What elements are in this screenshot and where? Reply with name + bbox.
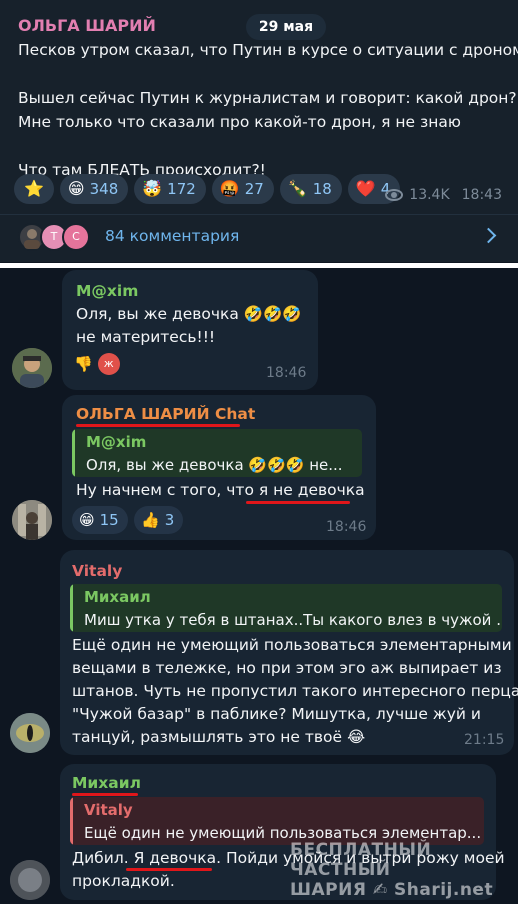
quote-author: Vitaly <box>84 801 133 819</box>
post-line: Вышел сейчас Путин к журналистам и говор… <box>18 89 517 107</box>
message-time: 18:46 <box>326 519 367 535</box>
reaction-count: 27 <box>244 180 264 198</box>
date-badge: 29 мая <box>246 14 326 40</box>
quote-author: Михаил <box>84 588 151 606</box>
message-line: Ещё один не умеющий пользоваться элемент… <box>72 636 512 654</box>
comments-count-label: 84 комментария <box>105 227 240 245</box>
message-line: не материтесь!!! <box>76 328 216 346</box>
avatar[interactable] <box>12 348 52 388</box>
reaction-angry[interactable]: 🤬 27 <box>211 174 274 204</box>
thumbs-up-icon: 👍 <box>141 511 160 529</box>
post-reactions: ⭐ 😁 348 🤯 172 🤬 27 🍾 18 ❤️ 4 <box>14 174 401 204</box>
angry-face-icon: 🤬 <box>219 179 240 198</box>
reaction-count: 18 <box>312 180 332 198</box>
grin-emoji-icon: 😁 <box>79 511 95 529</box>
message-line: прокладкой. <box>72 872 175 890</box>
post-time: 18:43 <box>461 187 502 203</box>
post-line: Песков утром сказал, что Путин в курсе о… <box>18 41 518 59</box>
reply-quote[interactable]: Михаил Миш утка у тебя в штанах..Ты како… <box>70 584 502 632</box>
reaction-grin[interactable]: 😁 348 <box>59 174 129 204</box>
message-line: Оля, вы же девочка 🤣🤣🤣 <box>76 305 302 323</box>
watermark-line: БЕСПЛАТНЫЙ ЧАСТНЫЙ <box>290 840 432 880</box>
avatar: ж <box>97 353 120 375</box>
highlight-underline <box>72 793 138 796</box>
heart-icon: ❤️ <box>355 179 376 198</box>
post-line <box>18 134 508 158</box>
message-line: Ну начнем с того, что я не девочка <box>76 481 365 499</box>
message-time: 18:46 <box>266 365 307 381</box>
channel-post: ОЛЬГА ШАРИЙ 29 мая Песков утром сказал, … <box>0 0 518 262</box>
reaction-count: 172 <box>167 180 196 198</box>
message-bubble: ОЛЬГА ШАРИЙ Chat M@xim Оля, вы же девочк… <box>62 395 376 540</box>
thumbs-down-icon: 👎 <box>74 355 93 373</box>
reaction-count: 3 <box>164 511 175 529</box>
post-line: Мне только что сказали про какой-то дрон… <box>18 113 461 131</box>
avatar[interactable] <box>12 500 52 540</box>
message-bubble: Vitaly Михаил Миш утка у тебя в штанах..… <box>60 550 518 755</box>
reaction-count: 15 <box>99 511 119 529</box>
reaction-grin[interactable]: 😁 15 <box>72 506 128 534</box>
message-author[interactable]: M@xim <box>76 282 138 300</box>
message-line: танцуй, размышлять это не твоё 😂 <box>72 728 366 746</box>
chevron-right-icon <box>480 227 497 244</box>
message-author[interactable]: Vitaly <box>72 562 122 580</box>
reaction-champagne[interactable]: 🍾 18 <box>279 174 342 204</box>
avatar[interactable] <box>10 713 50 753</box>
message-line: "Чужой базар" в паблике? Мишутка, лучше … <box>72 705 481 723</box>
message-author[interactable]: ОЛЬГА ШАРИЙ Chat <box>76 405 255 423</box>
reply-quote[interactable]: M@xim Оля, вы же девочка 🤣🤣🤣 не... <box>72 429 362 477</box>
divider <box>0 263 518 268</box>
reaction-count: 348 <box>89 180 119 198</box>
grin-emoji-icon: 😁 <box>67 179 85 198</box>
message-line: вещами в тележке, но при этом эго аж вып… <box>72 659 502 677</box>
reply-quote[interactable]: Vitaly Ещё один не умеющий пользоваться … <box>70 797 484 845</box>
message-author[interactable]: Михаил <box>72 774 141 792</box>
highlight-underline <box>246 501 350 504</box>
quote-author: M@xim <box>86 433 147 451</box>
reaction-thumbs-down[interactable]: 👎 ж <box>74 350 120 378</box>
views-count: 13.4K <box>409 187 450 203</box>
exploding-head-icon: 🤯 <box>142 179 163 198</box>
reaction-star[interactable]: ⭐ <box>14 174 54 204</box>
quote-text: Оля, вы же девочка 🤣🤣🤣 не... <box>86 456 343 474</box>
star-icon: ⭐ <box>24 179 44 198</box>
watermark-line: ШАРИЯ ✍ Sharij.net <box>290 880 494 900</box>
views-eye-icon <box>385 189 404 201</box>
post-author[interactable]: ОЛЬГА ШАРИЙ <box>18 16 156 35</box>
message-time: 21:15 <box>464 732 505 748</box>
champagne-icon: 🍾 <box>287 179 308 198</box>
reaction-exploding-head[interactable]: 🤯 172 <box>134 174 206 204</box>
message-bubble: M@xim Оля, вы же девочка 🤣🤣🤣 не материте… <box>62 270 318 390</box>
message-line: штанов. Чуть не пропустил такого интерес… <box>72 682 518 700</box>
quote-text: Миш утка у тебя в штанах..Ты какого влез… <box>84 611 502 629</box>
reaction-thumbs-up[interactable]: 👍 3 <box>134 506 184 534</box>
avatar[interactable] <box>10 860 50 900</box>
highlight-underline <box>76 424 240 427</box>
avatar: С <box>62 223 90 251</box>
comments-button[interactable]: Т С 84 комментария <box>0 214 518 258</box>
watermark: БЕСПЛАТНЫЙ ЧАСТНЫЙ ШАРИЯ ✍ Sharij.net <box>290 840 518 900</box>
post-text: Песков утром сказал, что Путин в курсе о… <box>18 38 518 182</box>
post-meta: 13.4K 18:43 <box>385 187 502 203</box>
post-line <box>18 62 508 86</box>
